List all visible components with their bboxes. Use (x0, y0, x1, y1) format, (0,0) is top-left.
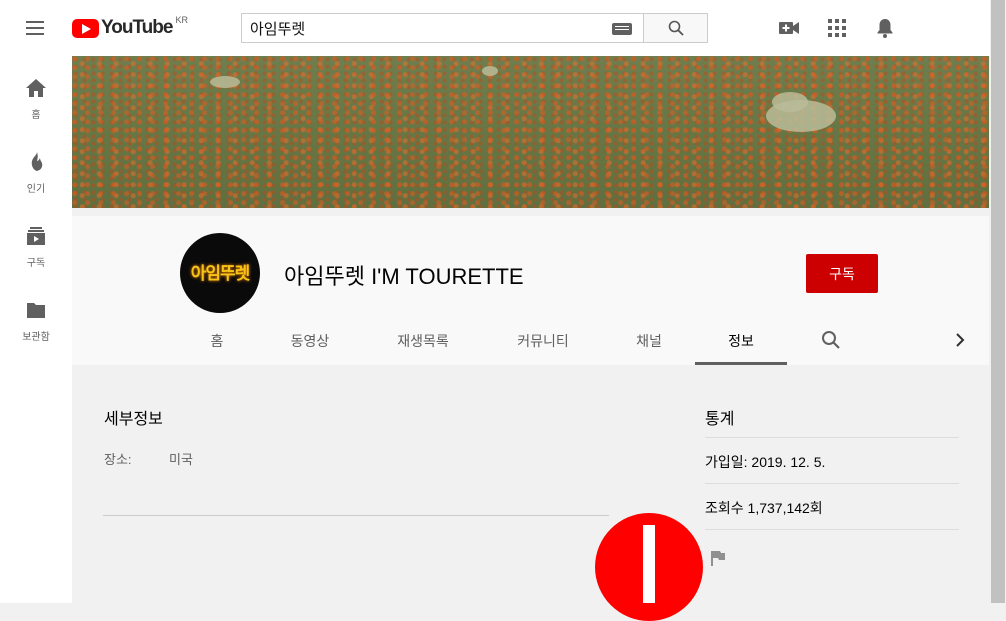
stats-divider (705, 437, 959, 438)
tab-home[interactable]: 홈 (196, 324, 238, 365)
sidebar-item-label: 보관함 (22, 332, 50, 343)
sidebar-item-label: 인기 (26, 184, 46, 195)
tab-playlists[interactable]: 재생목록 (388, 324, 458, 365)
details-divider (103, 515, 609, 516)
sidebar-item-home[interactable]: 홈 (0, 76, 72, 150)
about-content: 세부정보 장소: 미국 통계 가입일: 2019. 12. 5. 조회수 1,7… (72, 365, 989, 621)
avatar-text: 아임뚜렛 (190, 264, 251, 283)
details-title: 세부정보 (104, 411, 163, 428)
apps-icon[interactable] (825, 16, 849, 40)
sidebar-item-subscriptions[interactable]: 구독 (0, 224, 72, 298)
channel-avatar[interactable]: 아임뚜렛 (180, 233, 260, 313)
menu-icon[interactable] (24, 18, 48, 38)
subscribe-button[interactable]: 구독 (806, 254, 878, 293)
subscriptions-icon (27, 227, 45, 245)
youtube-play-icon (72, 18, 99, 38)
tab-about[interactable]: 정보 (695, 324, 787, 365)
logo-region: KR (175, 15, 188, 25)
location-label: 장소: (104, 452, 132, 467)
banner-bush (210, 76, 240, 88)
stats-title: 통계 (705, 411, 735, 428)
notifications-icon[interactable] (873, 16, 897, 40)
sidebar-item-library[interactable]: 보관함 (0, 298, 72, 372)
sidebar-item-trending[interactable]: 인기 (0, 150, 72, 224)
tab-community[interactable]: 커뮤니티 (508, 324, 578, 365)
tab-videos[interactable]: 동영상 (282, 324, 338, 365)
keyboard-icon[interactable] (612, 23, 632, 35)
create-video-icon[interactable] (777, 16, 801, 40)
channel-search-icon[interactable] (821, 330, 841, 350)
stats-divider (705, 529, 959, 530)
trending-icon (31, 152, 43, 171)
channel-tabs: 홈 동영상 재생목록 커뮤니티 채널 정보 (72, 324, 989, 365)
home-icon (26, 79, 46, 97)
scrollbar-thumb[interactable] (991, 0, 1005, 603)
tab-channels[interactable]: 채널 (628, 324, 670, 365)
banner-bush (482, 66, 498, 76)
search-box (241, 13, 644, 43)
masthead: YouTube KR (0, 0, 990, 56)
search-input[interactable] (242, 14, 602, 42)
sidebar-item-label: 홈 (31, 110, 41, 121)
channel-banner (72, 56, 989, 208)
logo-text: YouTube (101, 17, 173, 38)
library-icon (27, 303, 45, 318)
sidebar: 홈 인기 구독 보관함 (0, 56, 72, 603)
search-icon (668, 20, 684, 36)
location-value: 미국 (169, 452, 193, 467)
search-button[interactable] (643, 13, 708, 43)
banner-bush (772, 92, 808, 112)
chevron-right-icon[interactable] (952, 332, 968, 348)
youtube-logo[interactable]: YouTube KR (72, 15, 188, 40)
joined-date: 가입일: 2019. 12. 5. (705, 454, 826, 470)
view-count: 조회수 1,737,142회 (705, 500, 823, 516)
stats-divider (705, 483, 959, 484)
flag-icon[interactable] (709, 549, 727, 567)
sidebar-item-label: 구독 (26, 258, 46, 269)
channel-name: 아임뚜렛 I'M TOURETTE (284, 264, 524, 289)
channel-header: 아임뚜렛 아임뚜렛 I'M TOURETTE 구독 홈 동영상 재생목록 커뮤니… (72, 216, 989, 365)
red-circle-bar (643, 525, 655, 603)
